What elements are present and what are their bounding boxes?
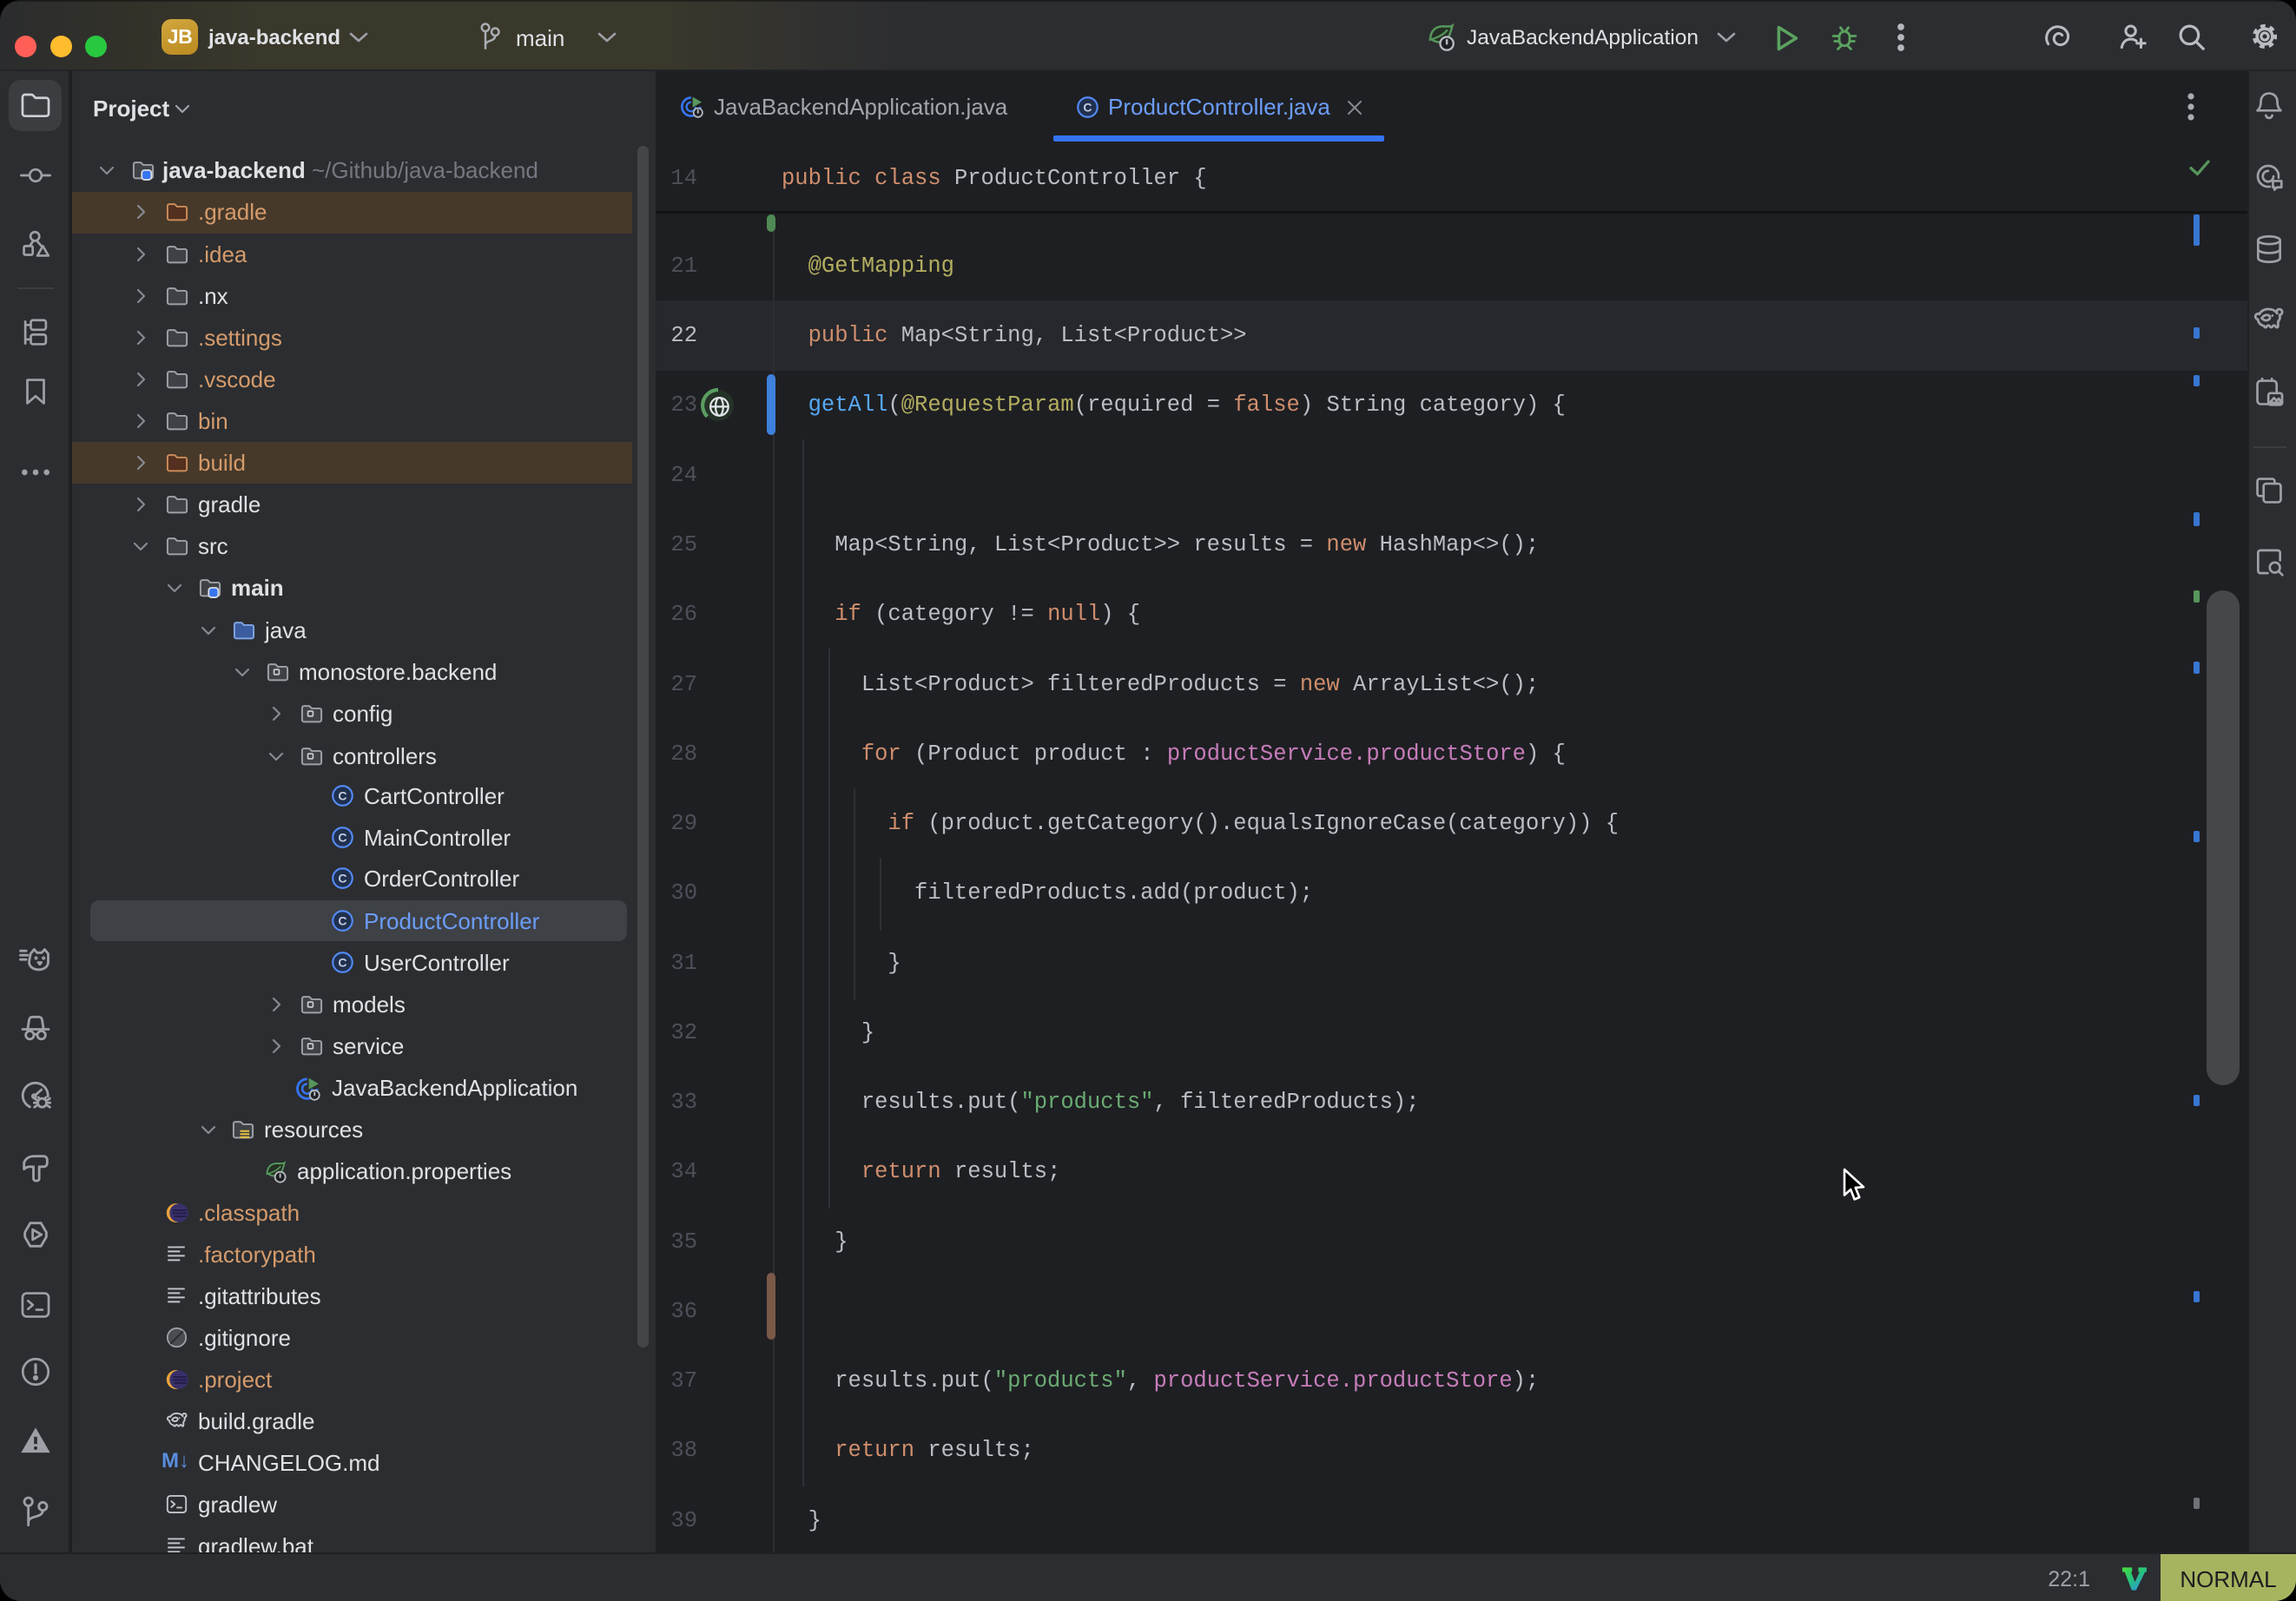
svg-text:C: C (338, 871, 346, 885)
svg-text:C: C (338, 788, 346, 802)
svg-text:C: C (338, 913, 346, 927)
svg-text:C: C (338, 955, 346, 969)
svg-text:C: C (338, 830, 346, 844)
svg-text:C: C (1083, 100, 1092, 114)
